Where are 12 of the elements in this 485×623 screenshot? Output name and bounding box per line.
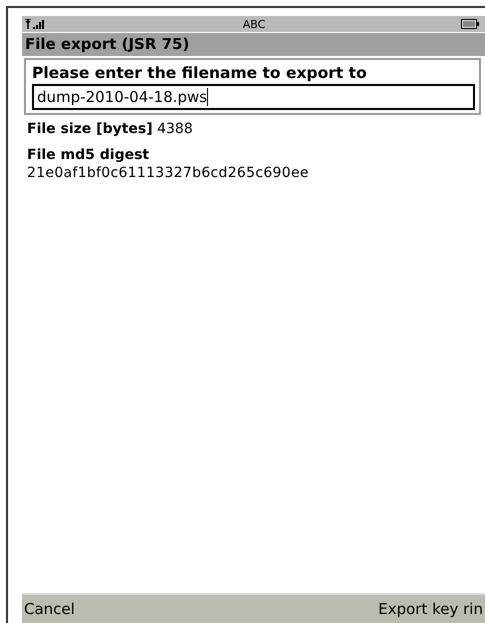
digest-value: 21e0af1bf0c61113327b6cd265c690ee <box>26 165 310 181</box>
signal-icon <box>25 18 47 30</box>
battery-icon <box>461 19 479 29</box>
screen-title: File export (JSR 75) <box>22 32 485 56</box>
filename-field[interactable]: dump-2010-04-18.pws <box>32 84 475 110</box>
file-size-label: File size [bytes] <box>27 121 153 137</box>
export-softkey[interactable]: Export key rin <box>378 600 483 618</box>
input-mode-text: ABC <box>242 18 266 30</box>
file-size-value: 4388 <box>157 121 193 137</box>
digest-label: File md5 digest <box>26 147 150 163</box>
field-label: Please enter the filename to export to <box>32 63 368 84</box>
cancel-softkey[interactable]: Cancel <box>24 600 75 618</box>
